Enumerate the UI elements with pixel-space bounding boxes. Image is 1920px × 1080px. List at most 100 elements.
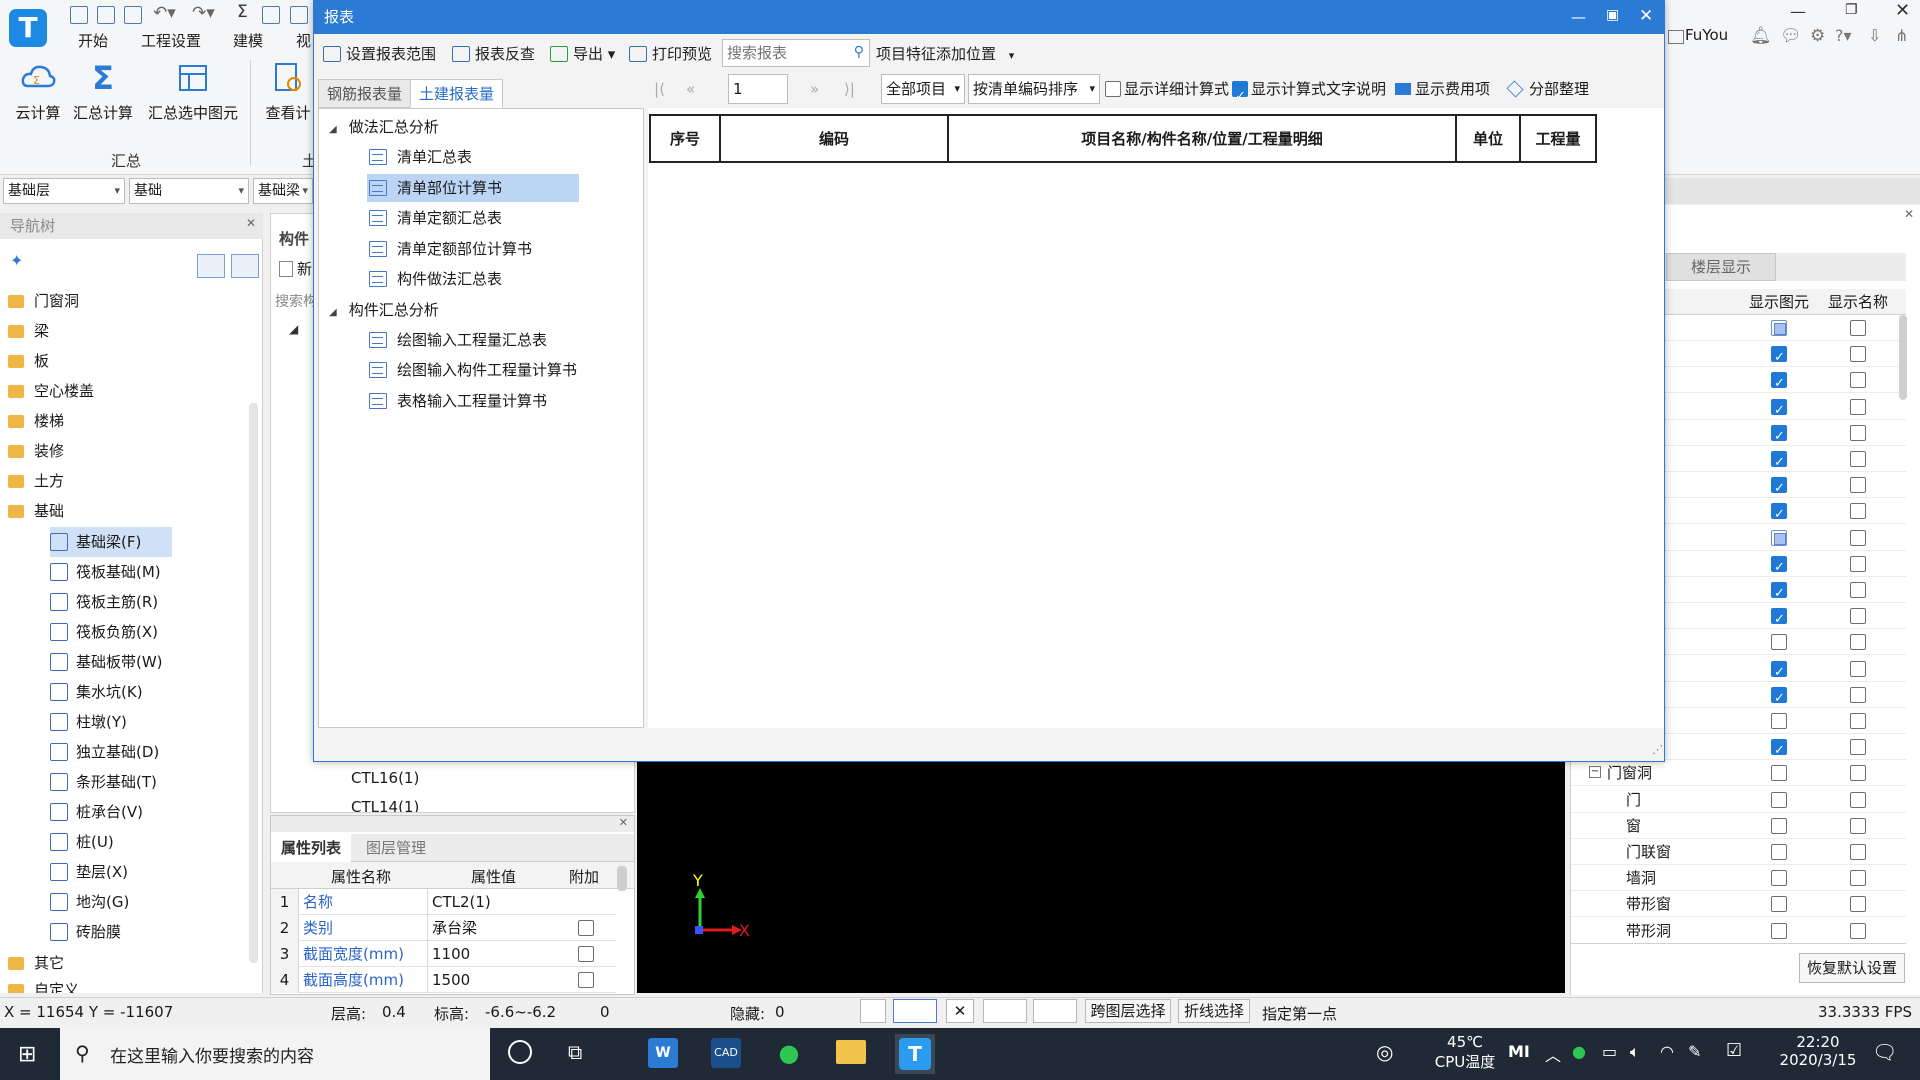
report-tree-item[interactable]: 构件做法汇总表: [367, 265, 502, 293]
show-element-checkbox[interactable]: [1771, 502, 1787, 528]
show-name-checkbox[interactable]: [1850, 451, 1866, 467]
show-name-checkbox[interactable]: [1850, 529, 1866, 546]
extra-checkbox[interactable]: [578, 972, 594, 988]
tree-group[interactable]: ◢ 做法汇总分析: [329, 113, 439, 141]
main-close-icon[interactable]: ✕: [1895, 0, 1910, 21]
table-row[interactable]: 窗: [1571, 813, 1906, 839]
gtj-app-icon[interactable]: T: [899, 1038, 931, 1070]
show-element-checkbox[interactable]: [1771, 765, 1787, 782]
section-arrange-button[interactable]: 分部整理: [1506, 72, 1589, 106]
right-scrollbar[interactable]: [1899, 315, 1907, 400]
prop-value[interactable]: 承台梁: [427, 915, 557, 941]
menu-tab-project-settings[interactable]: 工程设置: [141, 30, 201, 51]
nav-category-hollow-floor[interactable]: 空心楼盖: [0, 376, 255, 406]
sub-item-sump[interactable]: 集水坑(K): [50, 677, 255, 707]
nav-close-icon[interactable]: ✕: [246, 216, 256, 230]
list-view-icon[interactable]: [197, 254, 225, 278]
show-element-checkbox[interactable]: [1771, 817, 1787, 834]
sub-item-raft-main-rebar[interactable]: 筏板主筋(R): [50, 587, 255, 617]
show-name-checkbox[interactable]: [1850, 398, 1866, 415]
show-name-checkbox[interactable]: [1850, 660, 1866, 677]
show-name-checkbox[interactable]: [1850, 634, 1866, 651]
report-reverse-check-button[interactable]: 报表反查: [452, 43, 535, 64]
new-file-icon[interactable]: [70, 6, 88, 24]
settings-icon[interactable]: ⚙: [1810, 26, 1825, 46]
sub-item-raft[interactable]: 筏板基础(M): [50, 557, 255, 587]
component-combo[interactable]: 基础梁: [253, 178, 313, 204]
export-button[interactable]: 导出 ▾: [550, 43, 615, 64]
report-tree-item[interactable]: 清单定额汇总表: [367, 204, 502, 232]
show-name-checkbox[interactable]: [1850, 582, 1866, 598]
show-element-checkbox[interactable]: [1771, 398, 1787, 424]
polyline-select-button[interactable]: 折线选择: [1178, 999, 1250, 1023]
nav-category-beam[interactable]: 梁: [0, 316, 255, 346]
pin-icon[interactable]: ⇩: [1868, 26, 1881, 45]
show-name-checkbox[interactable]: [1850, 555, 1866, 572]
props-scrollbar[interactable]: [617, 866, 627, 891]
report-tree-item[interactable]: 清单汇总表: [367, 143, 472, 171]
chat-icon[interactable]: 💬︎: [1780, 26, 1802, 46]
show-name-checkbox[interactable]: [1850, 503, 1866, 520]
main-restore-icon[interactable]: ❐: [1845, 2, 1858, 18]
extra-checkbox[interactable]: [578, 920, 594, 936]
set-report-range-button[interactable]: 设置报表范围: [323, 43, 436, 64]
show-element-checkbox[interactable]: [1771, 555, 1787, 581]
resize-grip-icon[interactable]: ⋰: [1652, 743, 1663, 756]
sort-dropdown[interactable]: 按清单编码排序 ▾: [968, 74, 1100, 104]
undo-icon[interactable]: ↶▾: [153, 3, 176, 23]
show-detail-checkbox[interactable]: [1105, 81, 1121, 97]
tree-collapse-icon[interactable]: ◢: [329, 124, 337, 135]
tab-rebar-report[interactable]: 钢筋报表量: [318, 79, 412, 108]
sub-item-pile[interactable]: 桩(U): [50, 827, 255, 857]
prop-value[interactable]: 1500: [427, 967, 557, 993]
sub-item-isolated-footing[interactable]: 独立基础(D): [50, 737, 255, 767]
tray-wechat-icon[interactable]: ●: [1572, 1042, 1586, 1061]
tree-collapse-icon[interactable]: ◢: [289, 322, 298, 336]
show-name-checkbox[interactable]: [1850, 424, 1866, 441]
show-name-checkbox[interactable]: [1850, 346, 1866, 363]
show-name-checkbox[interactable]: [1850, 739, 1866, 756]
nav-scrollbar[interactable]: [249, 403, 258, 963]
type-combo[interactable]: 基础: [129, 178, 249, 204]
tray-expand-icon[interactable]: ︿: [1545, 1042, 1561, 1066]
menu-icon[interactable]: ⋔: [1895, 26, 1908, 45]
sub-item-raft-neg-rebar[interactable]: 筏板负筋(X): [50, 617, 255, 647]
extra-checkbox[interactable]: [578, 946, 594, 962]
windows-start-icon[interactable]: ⊞: [18, 1042, 36, 1067]
show-name-checkbox[interactable]: [1850, 372, 1866, 389]
menu-tab-view[interactable]: 视: [296, 30, 311, 51]
card-view-icon[interactable]: [231, 254, 259, 278]
tab-layer-management[interactable]: 图层管理: [353, 834, 439, 862]
show-element-checkbox[interactable]: [1771, 320, 1787, 336]
page-number-field[interactable]: 1: [728, 74, 788, 104]
list-item[interactable]: CTL16(1): [351, 769, 419, 787]
new-component-button[interactable]: 新: [279, 258, 312, 279]
show-element-checkbox[interactable]: [1771, 738, 1787, 764]
show-detail-toggle[interactable]: 显示详细计算式: [1105, 72, 1229, 106]
open-file-icon[interactable]: [97, 6, 115, 24]
component-search[interactable]: 搜索构: [275, 291, 317, 311]
show-element-checkbox[interactable]: [1771, 713, 1787, 729]
report-tree-item[interactable]: 绘图输入工程量汇总表: [367, 326, 547, 354]
prev-page-icon[interactable]: «: [686, 72, 708, 106]
show-name-checkbox[interactable]: [1850, 320, 1866, 336]
list-item[interactable]: CTL14(1): [351, 798, 419, 812]
help-icon[interactable]: ?▾: [1835, 26, 1852, 45]
sum-icon[interactable]: Σ: [237, 2, 248, 22]
report-icon[interactable]: [262, 6, 280, 24]
show-text-checkbox[interactable]: [1232, 80, 1248, 114]
floor-combo[interactable]: 基础层: [3, 178, 125, 204]
summary-calc-button[interactable]: Σ 汇总计算: [68, 60, 138, 123]
show-name-checkbox[interactable]: [1850, 686, 1866, 703]
first-page-icon[interactable]: |⟨: [654, 72, 676, 106]
table-row[interactable]: 4 截面高度(mm) 1500: [271, 967, 616, 993]
report-tree-item[interactable]: 绘图输入构件工程量计算书: [367, 356, 577, 384]
tray-app-icon[interactable]: ◎: [1376, 1040, 1393, 1064]
tree-group[interactable]: ◢ 构件汇总分析: [329, 296, 439, 324]
drawing-canvas[interactable]: Y X: [637, 760, 1565, 993]
show-name-checkbox[interactable]: [1850, 817, 1866, 834]
sub-item-brick-mold[interactable]: 砖胎膜: [50, 917, 255, 947]
table-row[interactable]: 门: [1571, 787, 1906, 813]
show-element-checkbox[interactable]: [1771, 529, 1787, 546]
wps-icon[interactable]: W: [648, 1038, 678, 1068]
